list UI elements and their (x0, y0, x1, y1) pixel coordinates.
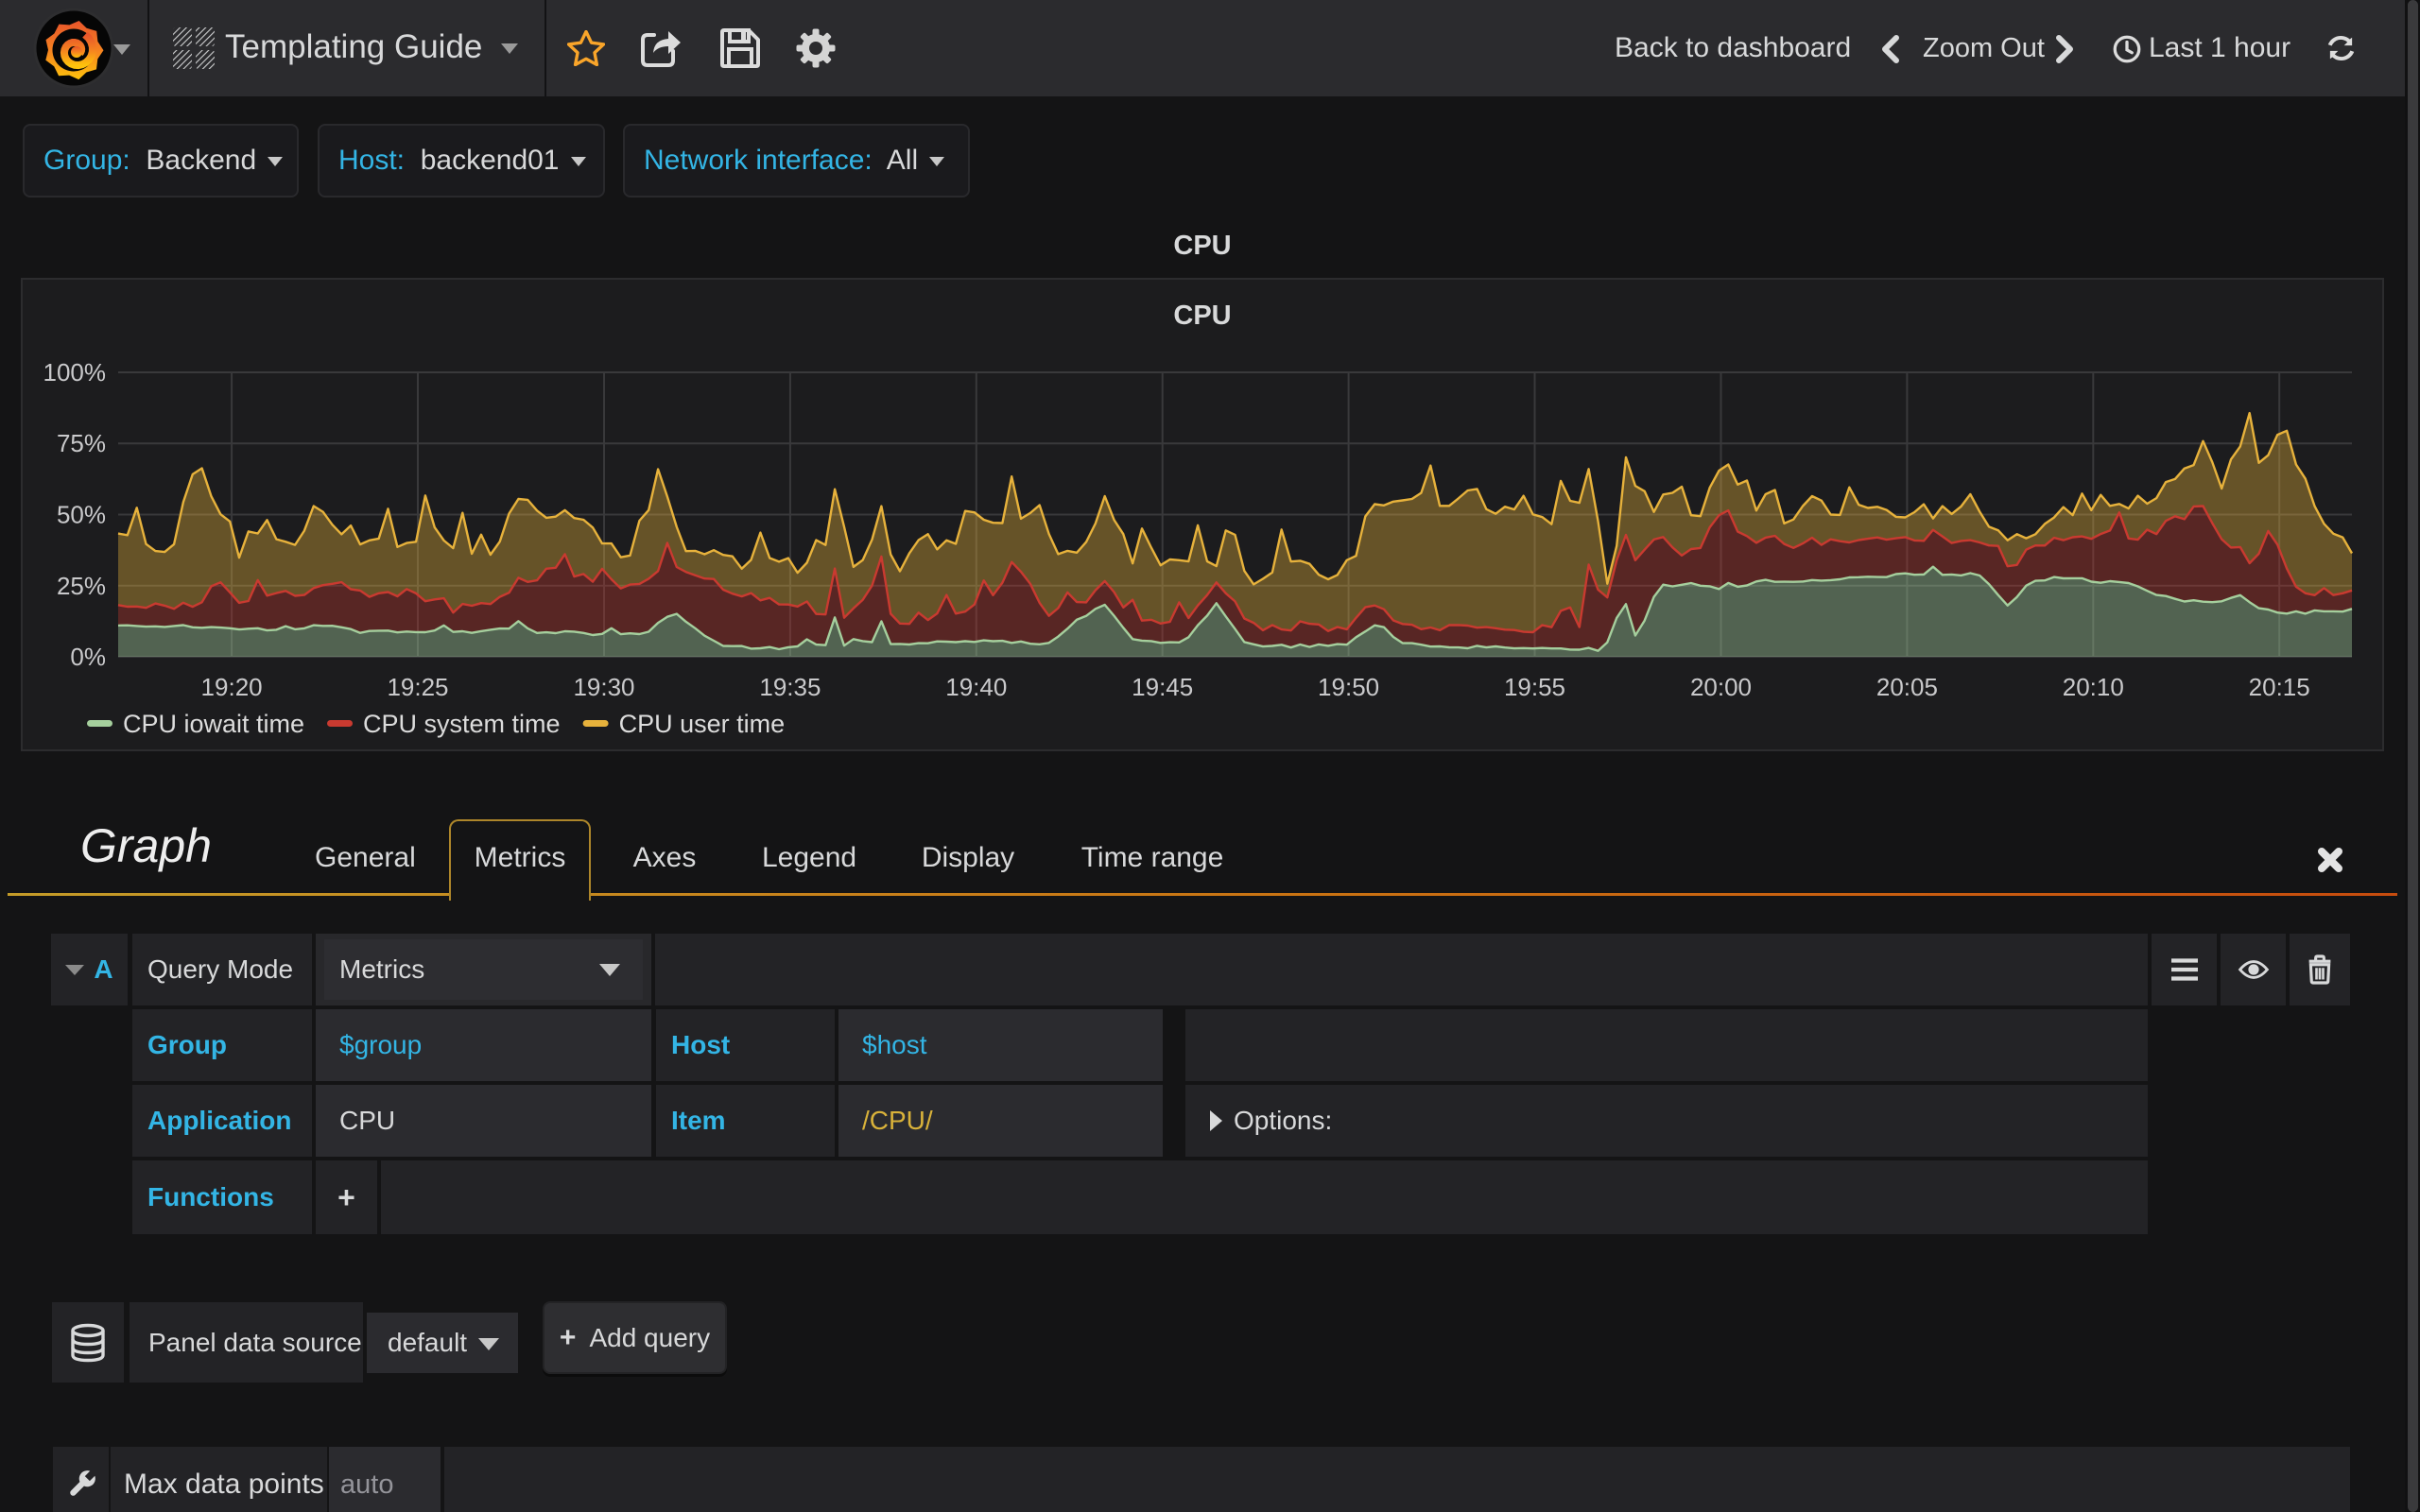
svg-text:25%: 25% (57, 572, 106, 600)
svg-text:0%: 0% (70, 643, 106, 671)
svg-text:19:50: 19:50 (1318, 673, 1379, 701)
svg-text:19:30: 19:30 (573, 673, 634, 701)
svg-text:19:40: 19:40 (945, 673, 1007, 701)
svg-text:CPU user time: CPU user time (619, 710, 786, 738)
svg-text:20:05: 20:05 (1876, 673, 1938, 701)
svg-text:20:00: 20:00 (1690, 673, 1752, 701)
svg-text:19:35: 19:35 (759, 673, 821, 701)
svg-text:20:15: 20:15 (2249, 673, 2310, 701)
svg-text:CPU system time: CPU system time (363, 710, 561, 738)
svg-text:50%: 50% (57, 501, 106, 529)
svg-text:75%: 75% (57, 429, 106, 457)
svg-text:20:10: 20:10 (2063, 673, 2124, 701)
svg-text:19:25: 19:25 (387, 673, 448, 701)
svg-text:19:55: 19:55 (1504, 673, 1565, 701)
svg-text:19:45: 19:45 (1132, 673, 1193, 701)
svg-text:CPU iowait time: CPU iowait time (123, 710, 304, 738)
svg-text:19:20: 19:20 (201, 673, 263, 701)
svg-text:100%: 100% (43, 358, 107, 387)
